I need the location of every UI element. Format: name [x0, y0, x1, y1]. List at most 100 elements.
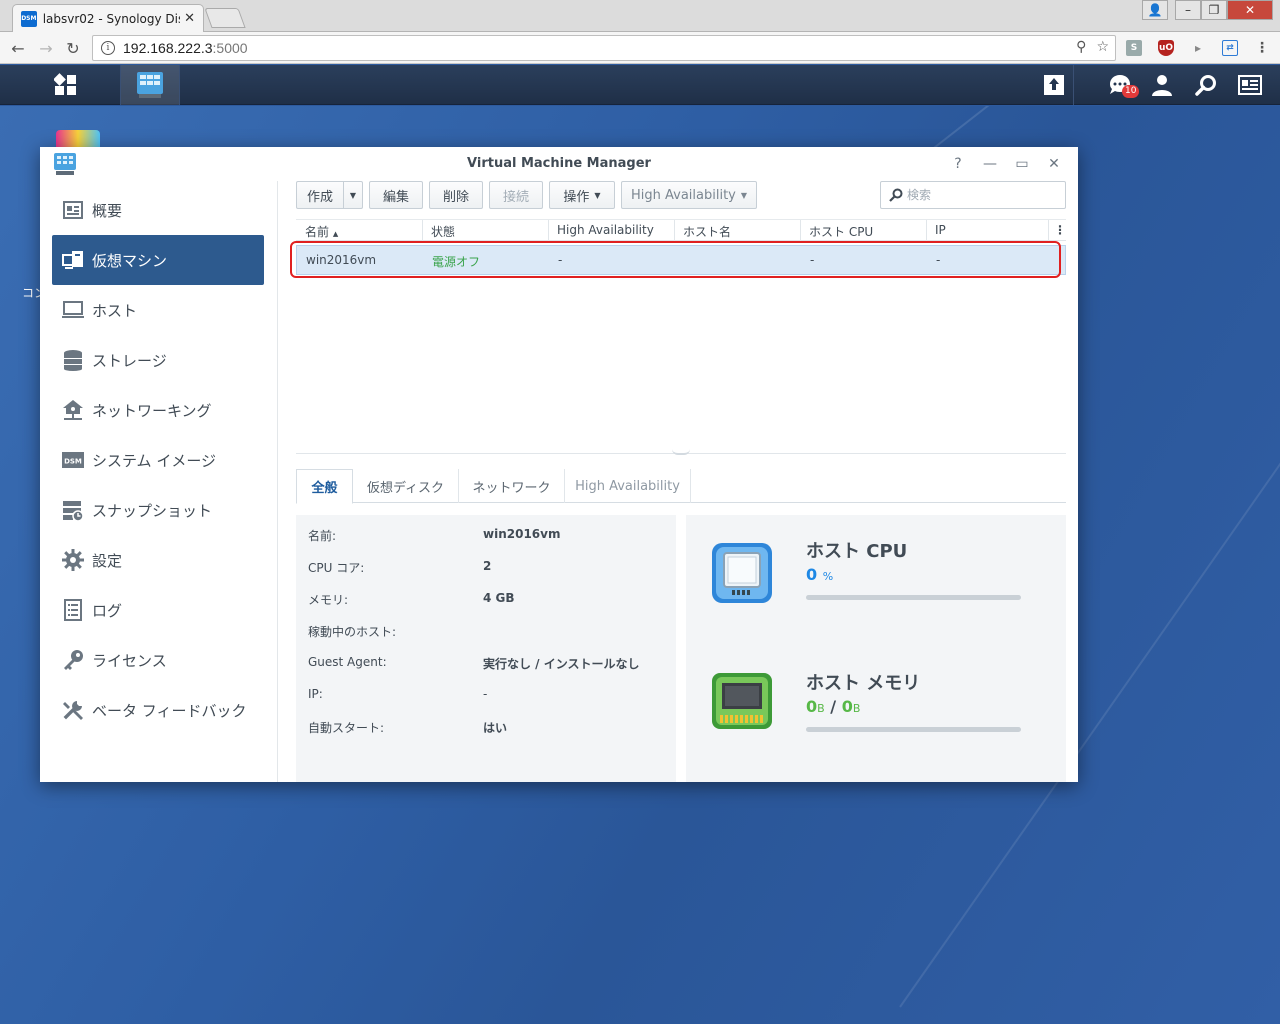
sidebar-item-storage[interactable]: ストレージ [52, 335, 264, 385]
action-menu-button[interactable]: 操作 ▼ [549, 181, 615, 209]
memory-label: メモリ: [308, 593, 349, 607]
back-icon[interactable]: ← [8, 38, 28, 58]
maximize-icon[interactable]: ▭ [1013, 155, 1031, 173]
browser-tabstrip: DSM labsvr02 - Synology DiskStation ✕ 👤 … [0, 0, 1280, 32]
caret-down-icon: ▼ [740, 190, 748, 200]
user-icon[interactable] [1142, 65, 1182, 105]
minimize-window-button[interactable]: – [1175, 0, 1201, 20]
browser-tab[interactable]: DSM labsvr02 - Synology DiskStation ✕ [12, 4, 204, 32]
host-cpu-title: ホスト CPU [806, 541, 908, 562]
sidebar-item-host[interactable]: ホスト [52, 285, 264, 335]
window-title: Virtual Machine Manager [467, 156, 651, 171]
cpu-cores-value: 2 [483, 559, 492, 573]
table-row[interactable]: win2016vm 電源オフ - - - [296, 245, 1066, 275]
sidebar-item-settings[interactable]: 設定 [52, 535, 264, 585]
delete-button[interactable]: 削除 [429, 181, 483, 209]
close-tab-icon[interactable]: ✕ [184, 11, 195, 26]
column-divider [674, 220, 675, 242]
help-icon[interactable]: ? [949, 155, 967, 173]
extension-blue-icon[interactable]: ⇄ [1222, 40, 1238, 56]
splitter-handle-icon[interactable] [672, 449, 690, 455]
column-header-status[interactable]: 状態 [431, 223, 455, 240]
general-info-panel: 名前: win2016vm CPU コア: 2 メモリ: 4 GB 稼動中のホス… [296, 515, 676, 782]
key-icon[interactable]: ⚲ [1076, 39, 1086, 55]
restore-window-button[interactable]: ❐ [1201, 0, 1227, 20]
new-tab-button[interactable] [204, 8, 246, 28]
reload-icon[interactable]: ↻ [63, 38, 83, 58]
host-memory-title: ホスト メモリ [806, 673, 921, 694]
sidebar-item-virtual-machine[interactable]: 仮想マシン [52, 235, 264, 285]
overview-icon [62, 199, 84, 221]
sidebar-item-label: システム イメージ [92, 451, 217, 470]
connect-button[interactable]: 接続 [489, 181, 543, 209]
sidebar-item-system-image[interactable]: DSM システム イメージ [52, 435, 264, 485]
vmm-app-icon [137, 72, 163, 98]
address-bar[interactable]: i 192.168.222.3:5000 ⚲ ☆ [92, 35, 1116, 61]
search-field[interactable] [880, 181, 1066, 209]
tab-virtual-disk[interactable]: 仮想ディスク [353, 469, 459, 503]
extension-s-icon[interactable]: S [1126, 40, 1142, 56]
ublock-icon[interactable]: uO [1158, 40, 1174, 56]
column-header-host-cpu[interactable]: ホスト CPU [809, 223, 873, 240]
image-icon: DSM [62, 449, 84, 471]
widgets-icon[interactable] [1230, 65, 1270, 105]
search-input[interactable] [907, 188, 1057, 202]
cpu-cores-label: CPU コア: [308, 561, 365, 575]
vm-ha-cell: - [558, 253, 563, 267]
vm-ip-cell: - [936, 253, 941, 267]
tab-high-availability[interactable]: High Availability [565, 469, 691, 503]
tab-general[interactable]: 全般 [296, 469, 353, 504]
search-icon [889, 188, 903, 202]
taskbar-vmm-app[interactable] [120, 65, 180, 105]
host-memory-usage-bar [806, 727, 1021, 732]
column-divider [1048, 220, 1049, 242]
forward-icon[interactable]: → [36, 38, 56, 58]
site-info-icon[interactable]: i [101, 41, 115, 55]
search-icon[interactable] [1186, 65, 1226, 105]
extension-cursor-icon[interactable]: ▸ [1190, 40, 1206, 56]
vm-status-cell: 電源オフ [432, 255, 481, 269]
create-dropdown-button[interactable]: ▼ [343, 181, 363, 209]
name-value: win2016vm [483, 527, 561, 541]
close-window-button[interactable]: ✕ [1227, 0, 1273, 20]
column-header-name[interactable]: 名前 ▲ [305, 223, 338, 240]
running-host-label: 稼動中のホスト: [308, 625, 397, 639]
sidebar-item-overview[interactable]: 概要 [52, 185, 264, 235]
column-divider [926, 220, 927, 242]
snapshot-icon [62, 499, 84, 521]
column-header-hostname[interactable]: ホスト名 [683, 223, 731, 240]
tab-network[interactable]: ネットワーク [459, 469, 565, 503]
bookmark-star-icon[interactable]: ☆ [1096, 39, 1109, 55]
edit-button[interactable]: 編集 [369, 181, 423, 209]
sidebar-item-networking[interactable]: ネットワーキング [52, 385, 264, 435]
sidebar-item-beta-feedback[interactable]: ベータ フィードバック [52, 685, 264, 735]
profile-icon[interactable]: 👤 [1142, 0, 1168, 20]
sidebar-item-label: 設定 [92, 551, 123, 570]
sidebar-item-label: スナップショット [92, 501, 213, 520]
column-header-ha[interactable]: High Availability [557, 223, 654, 237]
network-icon [62, 399, 84, 421]
notifications-icon[interactable]: 10 [1100, 65, 1140, 105]
sidebar-item-snapshot[interactable]: スナップショット [52, 485, 264, 535]
sidebar-item-label: ログ [92, 601, 123, 620]
upload-icon[interactable] [1034, 65, 1074, 105]
cpu-icon [712, 543, 772, 603]
window-header[interactable]: Virtual Machine Manager ? — ▭ ✕ [40, 147, 1078, 181]
close-icon[interactable]: ✕ [1045, 155, 1063, 173]
host-memory-value: 0B / 0B [806, 697, 861, 716]
chrome-menu-icon[interactable]: ⋮ [1254, 40, 1270, 56]
browser-toolbar: ← → ↻ i 192.168.222.3:5000 ⚲ ☆ S uO ▸ ⇄ … [0, 32, 1280, 64]
dsm-taskbar: 10 [0, 65, 1280, 105]
key-icon [62, 649, 84, 671]
column-header-ip[interactable]: IP [935, 223, 946, 237]
main-menu-button[interactable] [36, 65, 96, 105]
sidebar-item-label: ベータ フィードバック [92, 701, 247, 720]
sidebar-item-label: ホスト [92, 301, 138, 320]
create-button[interactable]: 作成 [296, 181, 344, 209]
sidebar-item-log[interactable]: ログ [52, 585, 264, 635]
sidebar-item-license[interactable]: ライセンス [52, 635, 264, 685]
ha-menu-button[interactable]: High Availability ▼ [621, 181, 757, 209]
minimize-icon[interactable]: — [981, 155, 999, 173]
column-options-icon[interactable]: ⋮ [1054, 223, 1066, 237]
sidebar-item-label: ライセンス [92, 651, 167, 670]
